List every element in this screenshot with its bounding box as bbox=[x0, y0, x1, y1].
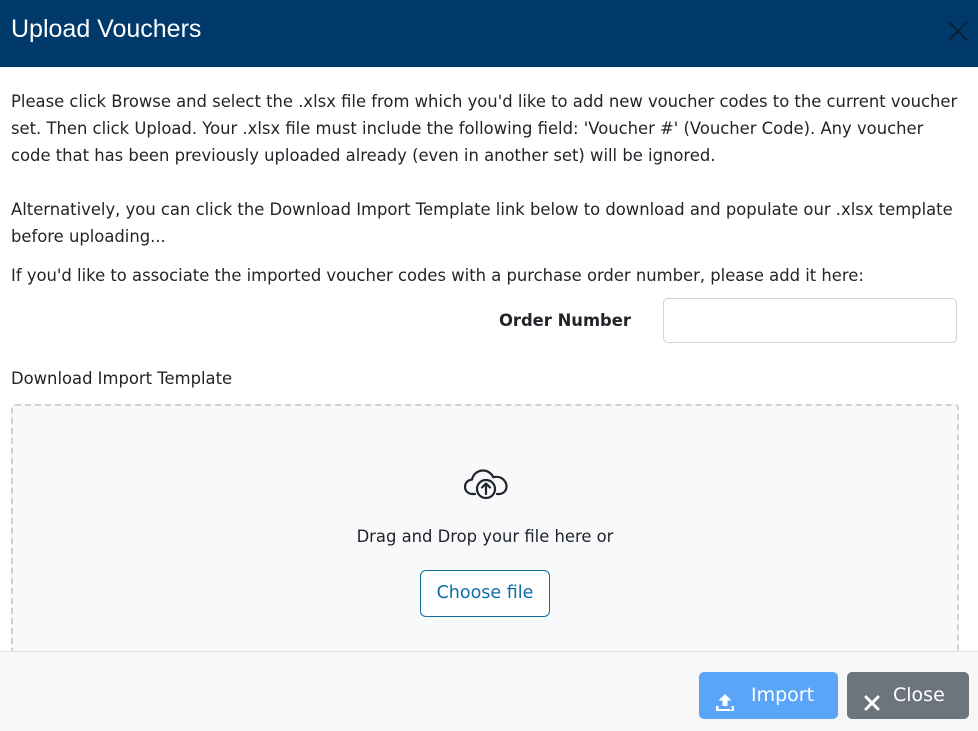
order-number-input[interactable] bbox=[663, 298, 957, 343]
instructions-text: Please click Browse and select the .xlsx… bbox=[11, 92, 958, 165]
dialog-body: Please click Browse and select the .xlsx… bbox=[11, 88, 966, 388]
upload-icon bbox=[714, 685, 736, 711]
dialog-footer: Import Close bbox=[0, 651, 978, 731]
upload-vouchers-dialog: Upload Vouchers Please click Browse and … bbox=[0, 0, 978, 731]
import-button[interactable]: Import bbox=[699, 672, 838, 719]
close-button-label: Close bbox=[893, 684, 945, 706]
close-button[interactable]: Close bbox=[847, 672, 969, 719]
download-template-link[interactable]: Download Import Template bbox=[11, 367, 232, 391]
x-icon bbox=[861, 685, 883, 711]
close-icon[interactable] bbox=[946, 19, 970, 43]
choose-file-button[interactable]: Choose file bbox=[420, 570, 550, 617]
order-number-row: Order Number bbox=[11, 298, 971, 346]
dropzone-text: Drag and Drop your file here or bbox=[356, 527, 614, 546]
order-number-label: Order Number bbox=[498, 311, 631, 330]
import-button-label: Import bbox=[751, 684, 815, 706]
order-prompt-text: If you'd like to associate the imported … bbox=[11, 266, 864, 285]
cloud-upload-icon bbox=[462, 464, 510, 504]
dialog-title: Upload Vouchers bbox=[11, 15, 202, 43]
alternative-text: Alternatively, you can click the Downloa… bbox=[11, 200, 953, 246]
dialog-header: Upload Vouchers bbox=[0, 0, 978, 67]
